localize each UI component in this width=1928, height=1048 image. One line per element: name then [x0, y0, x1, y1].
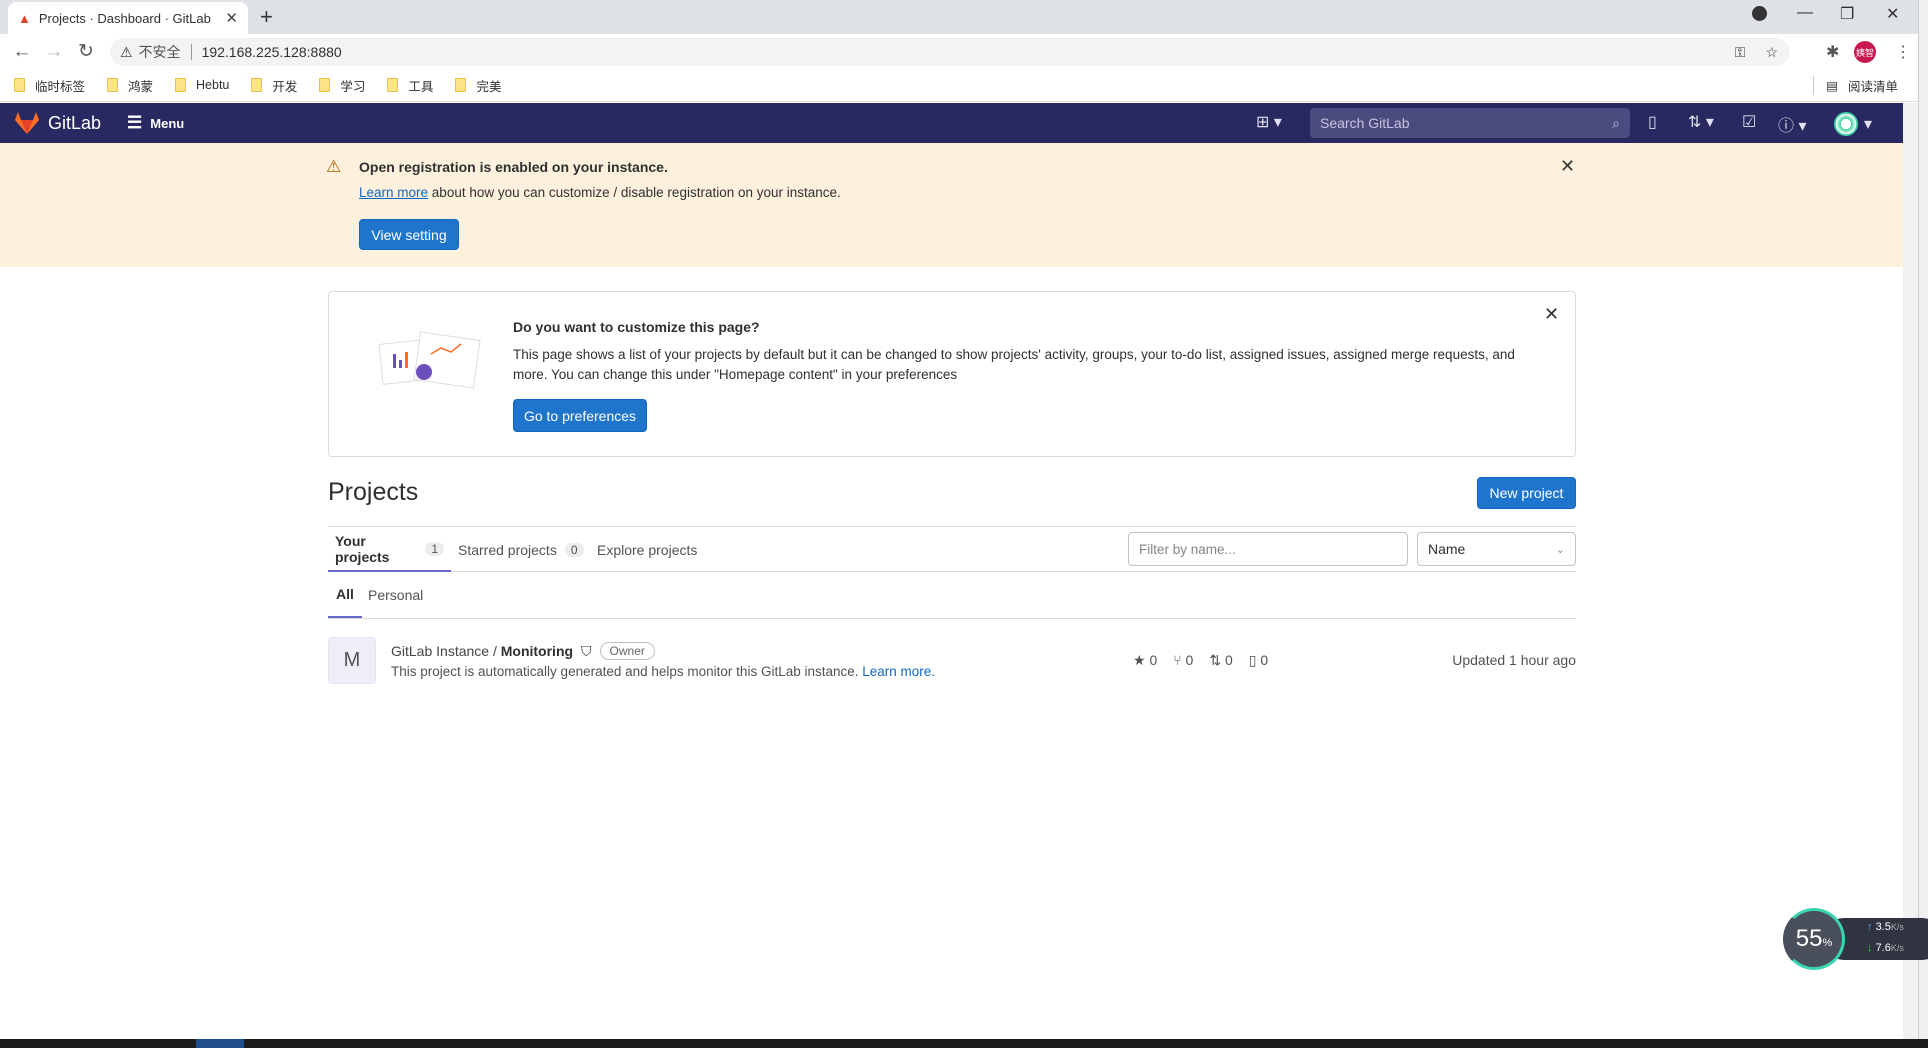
- sort-dropdown[interactable]: Name ⌄: [1417, 532, 1576, 566]
- folder-icon: [319, 78, 331, 92]
- project-link[interactable]: GitLab Instance / Monitoring: [391, 643, 573, 659]
- hamburger-icon: ☰: [127, 113, 143, 132]
- key-icon[interactable]: ⚿: [1735, 44, 1746, 61]
- folder-icon: [14, 78, 25, 92]
- bookmark-folder[interactable]: 开发: [251, 76, 297, 95]
- view-setting-button[interactable]: View setting: [359, 219, 459, 250]
- tab-your-projects[interactable]: Your projects 1: [328, 527, 451, 572]
- bookmark-folder[interactable]: 完美: [455, 76, 501, 95]
- reading-list-icon: ▤: [1826, 78, 1838, 93]
- forks-count[interactable]: ⑂ 0: [1173, 652, 1193, 669]
- chevron-down-icon: ⌄: [1555, 543, 1565, 556]
- search-icon: ⌕: [1612, 114, 1620, 131]
- browser-tab[interactable]: ▲ Projects · Dashboard · GitLab ✕: [8, 2, 248, 34]
- user-avatar: [1834, 112, 1858, 136]
- new-tab-button[interactable]: +: [260, 4, 273, 30]
- shield-icon: ⛉: [581, 642, 592, 659]
- gitlab-favicon-icon: ▲: [18, 10, 31, 26]
- close-tab-icon[interactable]: ✕: [225, 9, 238, 27]
- subtab-all[interactable]: All: [328, 572, 362, 618]
- url-text[interactable]: 192.168.225.128:8880: [202, 44, 342, 60]
- gitlab-logo-icon[interactable]: [14, 111, 40, 135]
- reading-list[interactable]: ▤ 阅读清单: [1813, 75, 1898, 95]
- extensions-icon[interactable]: ✱: [1826, 42, 1839, 62]
- alert-title: Open registration is enabled on your ins…: [359, 159, 668, 175]
- go-to-preferences-button[interactable]: Go to preferences: [513, 399, 647, 432]
- warning-icon: ⚠: [120, 43, 133, 60]
- tab-starred-projects[interactable]: Starred projects 0: [451, 527, 591, 572]
- browser-menu-icon[interactable]: ⋮: [1895, 42, 1911, 62]
- minimize-button[interactable]: —: [1797, 4, 1813, 22]
- new-dropdown-icon[interactable]: ⊞ ▾: [1256, 112, 1282, 132]
- user-menu[interactable]: ▾: [1834, 112, 1872, 136]
- download-speed: 7.6: [1875, 942, 1891, 954]
- reload-icon[interactable]: ↻: [70, 40, 102, 63]
- close-window-button[interactable]: ✕: [1886, 4, 1899, 24]
- folder-icon: [387, 78, 399, 92]
- bookmark-folder[interactable]: 学习: [319, 76, 365, 95]
- stars-count[interactable]: ★ 0: [1133, 652, 1157, 669]
- customize-illustration: [378, 331, 481, 389]
- side-panel-edge: [1918, 0, 1928, 1039]
- omnibox[interactable]: ⚠ 不安全 192.168.225.128:8880 ⚿ ☆: [110, 38, 1790, 66]
- merge-requests-count[interactable]: ⇅ 0: [1209, 652, 1232, 669]
- close-alert-icon[interactable]: ✕: [1560, 156, 1575, 177]
- learn-more-link[interactable]: Learn more.: [862, 664, 935, 679]
- bookmark-folder[interactable]: Hebtu: [175, 78, 229, 92]
- browser-tab-bar: [0, 0, 1918, 34]
- project-description: This project is automatically generated …: [391, 664, 863, 679]
- page-scrollbar[interactable]: [1903, 103, 1918, 1039]
- tab-explore-projects[interactable]: Explore projects: [590, 527, 704, 572]
- bookmark-folder[interactable]: 临时标签: [14, 76, 85, 95]
- callout-text: This page shows a list of your projects …: [513, 347, 1515, 382]
- project-avatar[interactable]: M: [328, 637, 376, 684]
- tab-title: Projects · Dashboard · GitLab: [38, 10, 211, 26]
- issues-icon[interactable]: ▯: [1648, 112, 1657, 132]
- callout-title: Do you want to customize this page?: [513, 319, 760, 335]
- todos-icon[interactable]: ☑: [1742, 112, 1756, 132]
- close-callout-icon[interactable]: ✕: [1544, 304, 1559, 325]
- bookmark-folder[interactable]: 鸿蒙: [107, 76, 153, 95]
- merge-requests-icon[interactable]: ⇅ ▾: [1688, 112, 1714, 132]
- bookmarks-bar: 临时标签 鸿蒙 Hebtu 开发 学习 工具 完美 ▤ 阅读清单: [0, 69, 1918, 102]
- taskbar: [0, 1039, 1928, 1048]
- menu-button[interactable]: ☰ Menu: [127, 113, 184, 133]
- customize-callout: Do you want to customize this page? This…: [328, 291, 1576, 457]
- help-icon[interactable]: ⓘ ▾: [1778, 112, 1806, 136]
- subtab-personal[interactable]: Personal: [360, 572, 431, 618]
- folder-icon: [251, 78, 263, 92]
- issues-count[interactable]: ▯ 0: [1249, 652, 1268, 669]
- security-label: 不安全: [138, 44, 181, 60]
- back-icon[interactable]: ←: [6, 41, 38, 63]
- project-subtabs: All Personal: [328, 572, 1576, 619]
- restore-button[interactable]: ❐: [1840, 4, 1854, 24]
- tab-search-icon[interactable]: [1752, 6, 1767, 21]
- profile-avatar[interactable]: 姨智: [1854, 41, 1876, 63]
- learn-more-link[interactable]: Learn more: [359, 185, 428, 200]
- search-input[interactable]: Search GitLab ⌕: [1310, 108, 1630, 138]
- upload-speed: 3.5: [1875, 921, 1891, 933]
- project-row: M GitLab Instance / Monitoring ⛉ Owner T…: [328, 637, 1576, 685]
- alert-text: about how you can customize / disable re…: [428, 185, 841, 200]
- folder-icon: [455, 78, 467, 92]
- memory-percent: 55: [1795, 925, 1823, 952]
- registration-alert: ⚠ Open registration is enabled on your i…: [0, 143, 1903, 267]
- role-badge: Owner: [599, 642, 655, 660]
- bookmark-folder[interactable]: 工具: [387, 76, 433, 95]
- updated-time: Updated 1 hour ago: [1452, 652, 1576, 668]
- new-project-button[interactable]: New project: [1477, 477, 1576, 509]
- filter-by-name-input[interactable]: Filter by name...: [1128, 532, 1408, 566]
- forward-icon[interactable]: →: [38, 41, 70, 63]
- star-bookmark-icon[interactable]: ☆: [1765, 44, 1778, 61]
- warning-icon: ⚠: [326, 157, 342, 176]
- gitlab-brand[interactable]: GitLab: [48, 113, 101, 134]
- folder-icon: [175, 78, 187, 92]
- folder-icon: [107, 78, 119, 92]
- page-title: Projects: [328, 478, 419, 506]
